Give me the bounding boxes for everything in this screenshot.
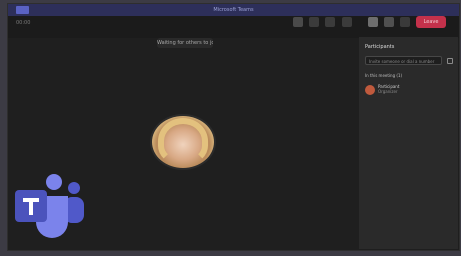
avatar-hair	[158, 118, 208, 164]
participant-role: Organizer	[378, 89, 398, 94]
app-logo-icon	[16, 6, 29, 14]
participant-avatar	[152, 116, 214, 168]
in-meeting-section[interactable]: In this meeting (1)	[365, 73, 402, 79]
teams-logo-head-small	[68, 182, 80, 194]
panel-title: Participants	[365, 44, 395, 50]
participants-icon[interactable]	[342, 17, 352, 27]
chat-icon[interactable]	[309, 17, 319, 27]
invite-input[interactable]: Invite someone or dial a number	[365, 56, 442, 65]
reactions-icon[interactable]	[325, 17, 335, 27]
mic-icon[interactable]	[384, 17, 394, 27]
share-icon[interactable]	[400, 17, 410, 27]
teams-logo-head-main	[46, 174, 62, 190]
participant-list-avatar	[365, 85, 375, 95]
camera-icon[interactable]	[293, 17, 303, 27]
leave-button[interactable]: Leave	[416, 16, 446, 28]
teams-logo	[15, 174, 84, 238]
participants-panel	[359, 37, 458, 249]
title-bar: Microsoft Teams	[8, 4, 459, 16]
waiting-status: Waiting for others to join	[157, 38, 213, 48]
more-icon[interactable]	[368, 17, 378, 27]
meeting-timer: 00:00	[16, 20, 31, 26]
window-title: Microsoft Teams	[213, 7, 254, 13]
share-invite-icon[interactable]	[447, 58, 453, 64]
